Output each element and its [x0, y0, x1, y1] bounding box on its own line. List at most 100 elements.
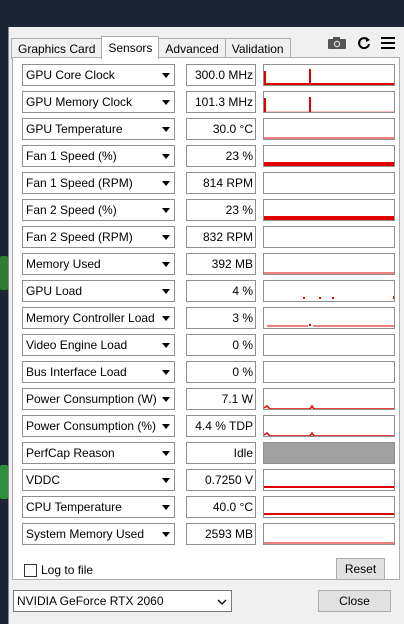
dropdown-arrow-icon — [162, 370, 170, 375]
sensor-graph — [263, 226, 395, 248]
sensor-name-dropdown[interactable]: PerfCap Reason — [22, 442, 175, 464]
sensor-name-dropdown[interactable]: Fan 1 Speed (%) — [22, 145, 175, 167]
close-button[interactable]: Close — [318, 590, 391, 612]
sensor-name-label: Memory Used — [26, 257, 101, 271]
sensor-name-dropdown[interactable]: Fan 2 Speed (%) — [22, 199, 175, 221]
sensor-value: 832 RPM — [186, 226, 256, 248]
sensor-graph — [263, 64, 395, 86]
dropdown-arrow-icon — [162, 235, 170, 240]
sensor-row: Memory Used 392 MB — [22, 253, 395, 275]
sensor-row: Power Consumption (W) 7.1 W — [22, 388, 395, 410]
sensor-name-dropdown[interactable]: Bus Interface Load — [22, 361, 175, 383]
sensor-graph — [263, 442, 395, 464]
sensor-graph — [263, 388, 395, 410]
sensor-value: 7.1 W — [186, 388, 256, 410]
sensor-graph — [263, 199, 395, 221]
sensor-name-dropdown[interactable]: VDDC — [22, 469, 175, 491]
dropdown-arrow-icon — [162, 289, 170, 294]
reset-button[interactable]: Reset — [336, 558, 385, 580]
dropdown-arrow-icon — [162, 181, 170, 186]
camera-icon[interactable] — [327, 36, 347, 50]
sensor-name-dropdown[interactable]: Fan 2 Speed (RPM) — [22, 226, 175, 248]
log-to-file-checkbox[interactable] — [24, 563, 37, 577]
sensor-name-dropdown[interactable]: GPU Memory Clock — [22, 91, 175, 113]
sensor-graph — [263, 253, 395, 275]
sensor-name-dropdown[interactable]: GPU Core Clock — [22, 64, 175, 86]
menu-icon[interactable] — [381, 37, 395, 49]
sensor-name-dropdown[interactable]: Power Consumption (W) — [22, 388, 175, 410]
sensor-value: 23 % — [186, 145, 256, 167]
sensor-row: VDDC 0.7250 V — [22, 469, 395, 491]
sensor-graph — [263, 172, 395, 194]
tab-validation[interactable]: Validation — [224, 38, 291, 59]
log-to-file-option[interactable]: Log to file — [24, 563, 93, 577]
sensor-row: CPU Temperature 40.0 °C — [22, 496, 395, 518]
sensor-graph — [263, 334, 395, 356]
sensor-name-dropdown[interactable]: Memory Used — [22, 253, 175, 275]
sensor-row: Power Consumption (%) 4.4 % TDP — [22, 415, 395, 437]
sensor-name-label: GPU Memory Clock — [26, 95, 133, 109]
sensor-value: Idle — [186, 442, 256, 464]
sensor-name-label: PerfCap Reason — [26, 446, 115, 460]
sensor-name-label: System Memory Used — [26, 527, 145, 541]
sensor-value: 4.4 % TDP — [186, 415, 256, 437]
tab-bar: Graphics Card Sensors Advanced Validatio… — [11, 36, 291, 59]
sensor-name-label: GPU Load — [26, 284, 83, 298]
sensor-row: Fan 2 Speed (%) 23 % — [22, 199, 395, 221]
sensor-row: PerfCap Reason Idle — [22, 442, 395, 464]
sensor-name-label: Video Engine Load — [26, 338, 128, 352]
sensor-row: GPU Temperature 30.0 °C — [22, 118, 395, 140]
sensor-row: Video Engine Load 0 % — [22, 334, 395, 356]
sensor-name-label: Power Consumption (W) — [26, 392, 156, 406]
sensor-name-label: VDDC — [26, 473, 61, 487]
dropdown-arrow-icon — [162, 397, 170, 402]
sensor-name-label: CPU Temperature — [26, 500, 122, 514]
sensor-graph — [263, 361, 395, 383]
sensor-name-dropdown[interactable]: CPU Temperature — [22, 496, 175, 518]
gpu-select[interactable]: NVIDIA GeForce RTX 2060 — [13, 590, 232, 612]
sensor-value: 392 MB — [186, 253, 256, 275]
sensor-row: Fan 1 Speed (%) 23 % — [22, 145, 395, 167]
dropdown-arrow-icon — [162, 478, 170, 483]
sensor-graph — [263, 469, 395, 491]
sensor-name-label: GPU Core Clock — [26, 68, 115, 82]
sensor-graph — [263, 145, 395, 167]
sensor-name-dropdown[interactable]: Fan 1 Speed (RPM) — [22, 172, 175, 194]
sensor-name-dropdown[interactable]: GPU Load — [22, 280, 175, 302]
tab-sensors[interactable]: Sensors — [101, 36, 160, 59]
dropdown-arrow-icon — [162, 505, 170, 510]
sensor-graph — [263, 523, 395, 545]
sensor-name-label: Bus Interface Load — [26, 365, 127, 379]
sensor-name-dropdown[interactable]: GPU Temperature — [22, 118, 175, 140]
gpuz-window: Graphics Card Sensors Advanced Validatio… — [8, 27, 404, 624]
sensor-value: 23 % — [186, 199, 256, 221]
sensor-name-dropdown[interactable]: System Memory Used — [22, 523, 175, 545]
sensor-row: Fan 1 Speed (RPM) 814 RPM — [22, 172, 395, 194]
refresh-icon[interactable] — [357, 36, 371, 50]
desktop-icon-fragment — [0, 256, 8, 290]
tab-graphics-card[interactable]: Graphics Card — [11, 38, 103, 59]
dropdown-arrow-icon — [162, 127, 170, 132]
sensor-name-dropdown[interactable]: Power Consumption (%) — [22, 415, 175, 437]
gpu-select-value: NVIDIA GeForce RTX 2060 — [17, 594, 164, 608]
dropdown-arrow-icon — [162, 451, 170, 456]
dropdown-arrow-icon — [162, 262, 170, 267]
sensor-name-dropdown[interactable]: Memory Controller Load — [22, 307, 175, 329]
sensor-value: 0.7250 V — [186, 469, 256, 491]
sensor-graph — [263, 91, 395, 113]
dropdown-arrow-icon — [162, 100, 170, 105]
dropdown-arrow-icon — [162, 154, 170, 159]
dropdown-arrow-icon — [162, 208, 170, 213]
sensor-value: 0 % — [186, 334, 256, 356]
dropdown-arrow-icon — [162, 532, 170, 537]
sensor-row: GPU Memory Clock 101.3 MHz — [22, 91, 395, 113]
dropdown-arrow-icon — [162, 316, 170, 321]
dropdown-arrow-icon — [162, 343, 170, 348]
sensor-name-dropdown[interactable]: Video Engine Load — [22, 334, 175, 356]
tab-advanced[interactable]: Advanced — [158, 38, 226, 59]
sensor-name-label: Memory Controller Load — [26, 311, 155, 325]
sensors-panel: GPU Core Clock 300.0 MHz GPU Memory Clock 1… — [12, 57, 400, 580]
sensor-graph — [263, 496, 395, 518]
sensor-row: Fan 2 Speed (RPM) 832 RPM — [22, 226, 395, 248]
sensor-row: Bus Interface Load 0 % — [22, 361, 395, 383]
